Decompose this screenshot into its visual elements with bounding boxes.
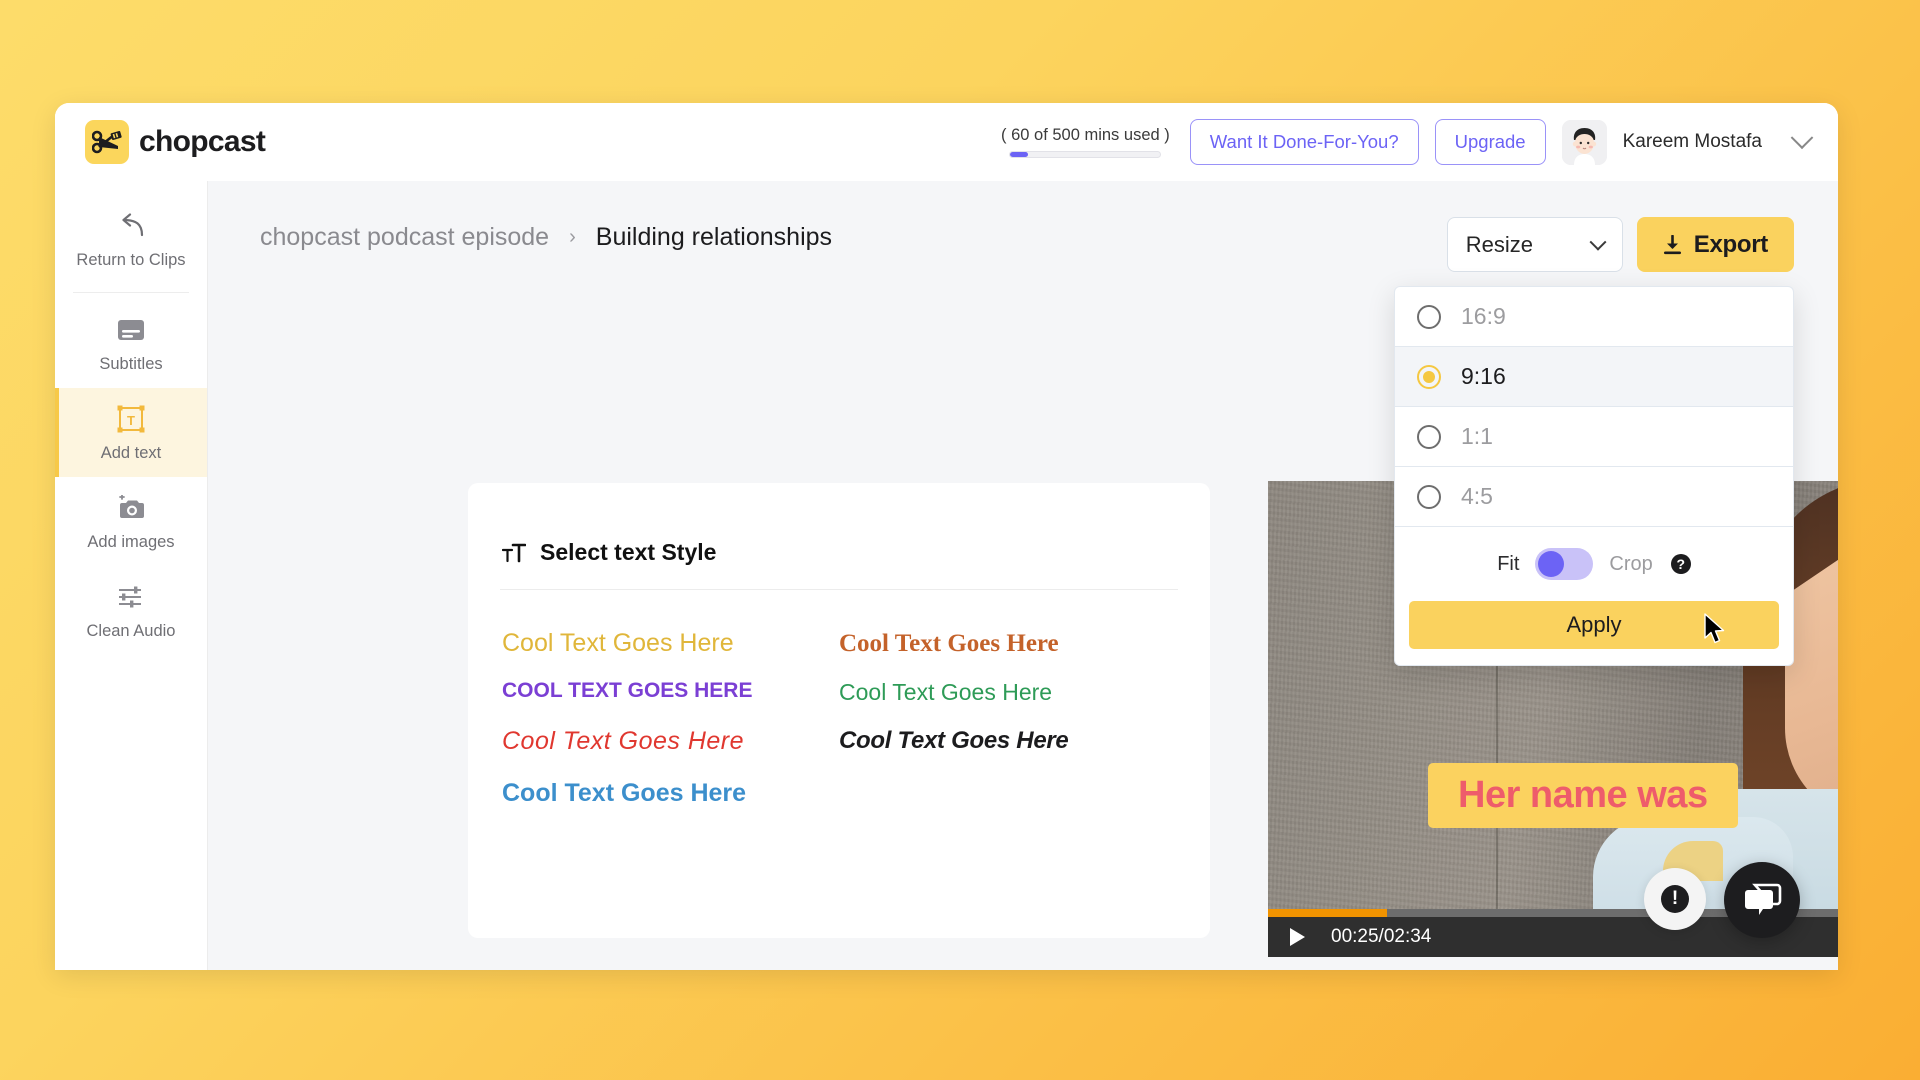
resize-label: Resize <box>1465 231 1534 257</box>
chat-bubble-icon <box>1742 882 1782 918</box>
crop-label: Crop <box>1609 552 1653 575</box>
text-style-list: Cool Text Goes Here Cool Text Goes Here CO… <box>468 590 1210 819</box>
subtitles-icon <box>117 315 145 345</box>
video-time: 00:25/02:34 <box>1331 926 1432 947</box>
app-body: Return to Clips Subtitles T Add text Add… <box>55 181 1838 970</box>
ratio-label: 9:16 <box>1461 363 1506 389</box>
text-style-option[interactable]: Cool Text Goes Here <box>839 669 1176 716</box>
brand-logo[interactable]: chopcast <box>85 120 266 164</box>
download-icon <box>1663 234 1682 255</box>
top-actions: Resize Export <box>1446 217 1794 272</box>
header-actions: ( 60 of 500 mins used ) Want It Done-For… <box>1001 119 1814 165</box>
export-button[interactable]: Export <box>1636 217 1794 272</box>
done-for-you-button[interactable]: Want It Done-For-You? <box>1189 119 1419 165</box>
ratio-option-16-9[interactable]: 16:9 <box>1395 287 1793 347</box>
video-caption[interactable]: Her name was <box>1428 763 1738 828</box>
sidebar-label: Return to Clips <box>76 251 186 269</box>
chevron-down-icon[interactable] <box>1790 126 1814 150</box>
exclamation-icon: ! <box>1661 885 1689 913</box>
usage-meter: ( 60 of 500 mins used ) <box>1001 126 1170 158</box>
ratio-label: 16:9 <box>1461 303 1506 329</box>
ratio-label: 4:5 <box>1461 483 1493 509</box>
upgrade-button[interactable]: Upgrade <box>1434 119 1546 165</box>
sidebar: Return to Clips Subtitles T Add text Add… <box>55 181 208 970</box>
chevron-down-icon <box>1589 233 1607 251</box>
fit-label: Fit <box>1497 552 1520 575</box>
fit-crop-toggle[interactable] <box>1535 548 1594 580</box>
sidebar-item-return-to-clips[interactable]: Return to Clips <box>55 195 207 284</box>
user-name: Kareem Mostafa <box>1622 131 1762 152</box>
text-style-option[interactable]: COOL TEXT GOES HERE <box>502 669 839 716</box>
video-progress-fill <box>1268 909 1388 917</box>
resize-dropdown-panel: 16:9 9:16 1:1 4:5 Fit Crop ? Apply <box>1394 286 1794 666</box>
brand-name: chopcast <box>139 125 266 158</box>
sidebar-item-add-text[interactable]: T Add text <box>55 388 207 477</box>
text-style-card: Select text Style Cool Text Goes Here Coo… <box>468 483 1210 938</box>
question-mark-icon[interactable]: ? <box>1670 554 1691 574</box>
sidebar-label: Add images <box>87 533 175 551</box>
fit-crop-toggle-row: Fit Crop ? <box>1395 527 1793 601</box>
sidebar-label: Add text <box>100 444 162 462</box>
text-style-option[interactable]: Cool Text Goes Here <box>502 716 839 767</box>
ratio-option-4-5[interactable]: 4:5 <box>1395 467 1793 527</box>
sidebar-item-subtitles[interactable]: Subtitles <box>55 299 207 388</box>
sidebar-item-add-images[interactable]: Add images <box>55 477 207 566</box>
text-style-option[interactable]: Cool Text Goes Here <box>839 716 1176 767</box>
scissors-film-icon <box>85 120 129 164</box>
breadcrumb-current: Building relationships <box>595 222 833 251</box>
toggle-knob <box>1538 551 1565 577</box>
text-style-option[interactable]: Cool Text Goes Here <box>502 618 839 669</box>
breadcrumb-parent[interactable]: chopcast podcast episode <box>260 223 549 252</box>
back-arrow-icon <box>116 211 146 241</box>
caption-text: Her name was <box>1458 774 1708 816</box>
sidebar-label: Subtitles <box>99 355 163 373</box>
breadcrumb-separator: › <box>569 225 576 248</box>
text-size-icon <box>502 543 526 563</box>
radio-icon-selected <box>1417 364 1441 389</box>
sidebar-label: Clean Audio <box>86 622 176 640</box>
avatar[interactable] <box>1561 119 1607 165</box>
radio-icon <box>1417 484 1441 509</box>
add-text-icon: T <box>116 404 146 434</box>
ratio-option-1-1[interactable]: 1:1 <box>1395 407 1793 467</box>
text-style-header: Select text Style <box>468 483 1210 566</box>
usage-progress-bar <box>1009 151 1162 158</box>
play-icon[interactable] <box>1290 928 1305 946</box>
sidebar-divider <box>73 292 189 293</box>
text-style-title: Select text Style <box>540 539 717 565</box>
app-window: chopcast ( 60 of 500 mins used ) Want It… <box>55 103 1838 970</box>
sidebar-item-clean-audio[interactable]: Clean Audio <box>55 566 207 655</box>
usage-label: ( 60 of 500 mins used ) <box>1001 126 1170 144</box>
usage-progress-fill <box>1010 152 1029 157</box>
alert-fab-button[interactable]: ! <box>1644 868 1706 930</box>
main-content: chopcast podcast episode › Building rela… <box>208 181 1838 970</box>
export-label: Export <box>1693 230 1769 258</box>
apply-button[interactable]: Apply <box>1409 601 1779 649</box>
svg-text:T: T <box>127 413 135 428</box>
resize-button[interactable]: Resize <box>1446 217 1623 272</box>
ratio-option-9-16[interactable]: 9:16 <box>1395 347 1793 407</box>
chat-fab-button[interactable] <box>1724 862 1800 938</box>
radio-icon <box>1417 304 1441 329</box>
ratio-label: 1:1 <box>1461 423 1493 449</box>
app-header: chopcast ( 60 of 500 mins used ) Want It… <box>55 103 1838 181</box>
text-style-option[interactable]: Cool Text Goes Here <box>502 768 839 819</box>
text-style-option[interactable]: Cool Text Goes Here <box>839 618 1176 669</box>
add-image-icon <box>116 493 146 523</box>
sliders-icon <box>117 582 145 612</box>
radio-icon <box>1417 424 1441 449</box>
